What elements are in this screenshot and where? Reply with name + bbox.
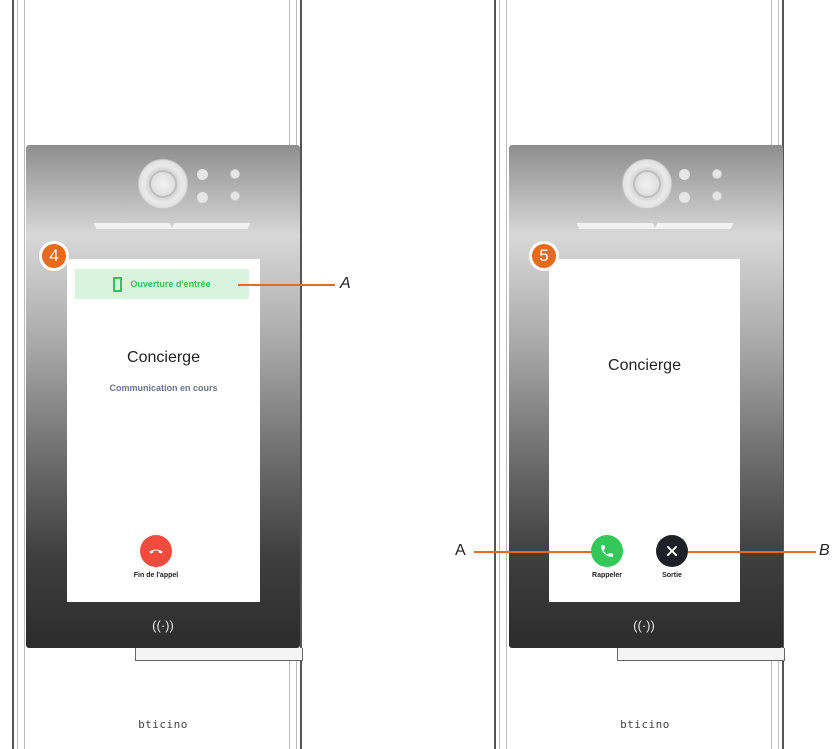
left-camera-icon [138,159,188,209]
left-mic-icon [230,169,240,179]
left-sensor-led-2 [197,192,208,203]
left-light-strip-2 [171,223,251,229]
callout-label-a-right: A [455,542,466,559]
caller-name-right: Concierge [608,357,681,374]
right-sensor-led-2 [679,192,690,203]
end-call-button[interactable] [140,535,172,567]
nfc-icon: ((·)) [152,618,174,633]
phone-hangup-icon [149,549,163,554]
brand-logo-right: bticino [620,718,670,731]
recall-label: Rappeler [592,572,622,579]
end-call-label: Fin de l'appel [133,572,179,579]
left-display-screen: Ouverture d'entrée Concierge Communicati… [67,259,260,602]
right-light-strip-2 [654,223,734,229]
door-icon [113,276,123,292]
left-speaker-icon [230,191,240,201]
step-badge-5: 5 [529,241,559,271]
step-badge-4: 4 [39,241,69,271]
phone-icon [601,545,613,557]
callout-line-a-right [474,551,592,553]
exit-label: Sortie [662,572,682,579]
exit-button[interactable] [656,535,688,567]
left-light-strip [93,223,173,229]
right-light-strip [576,223,656,229]
close-icon [666,545,678,557]
right-mic-icon [712,169,722,179]
right-speaker-icon [712,191,722,201]
left-bottom-tray [135,648,303,661]
recall-button[interactable] [591,535,623,567]
call-status: Communication en cours [109,383,218,393]
right-bottom-tray [617,648,785,661]
caller-name: Concierge [127,349,200,366]
callout-label-b: B [819,542,830,559]
nfc-icon-right: ((·)) [633,618,655,633]
callout-line-b [688,551,816,553]
door-open-bar[interactable]: Ouverture d'entrée [75,269,249,299]
right-sensor-led [679,169,690,180]
right-camera-icon [622,159,672,209]
callout-label-a: A [340,275,351,292]
door-open-label: Ouverture d'entrée [130,279,211,289]
brand-logo: bticino [138,718,188,731]
left-sensor-led [197,169,208,180]
callout-line-a [238,284,335,286]
